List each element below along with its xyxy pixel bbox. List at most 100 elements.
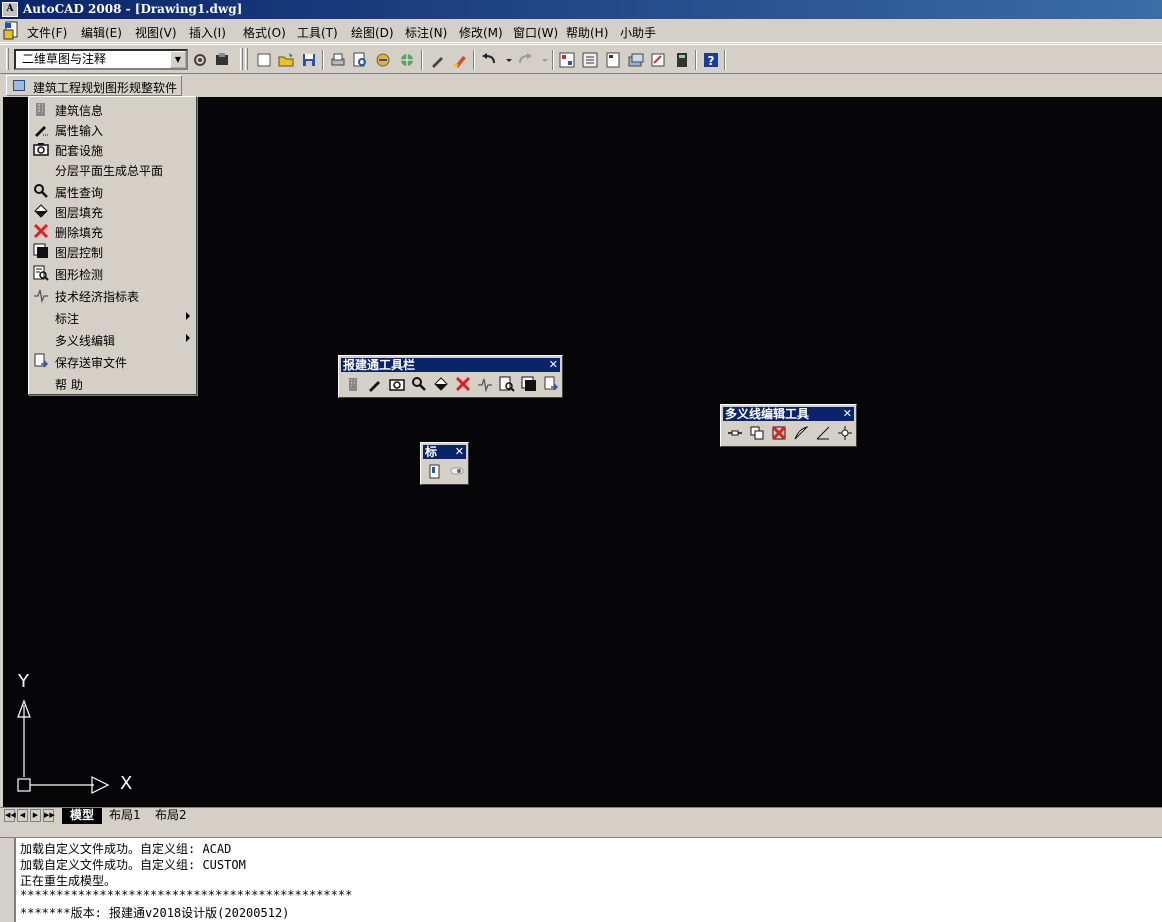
redo-icon[interactable]: [515, 50, 535, 70]
menu-item-attribute-query[interactable]: 属性查询: [29, 181, 196, 201]
tab-layout2[interactable]: 布局2: [147, 808, 195, 824]
sheet-set-icon[interactable]: [626, 50, 646, 70]
menu-view[interactable]: 视图(V): [135, 24, 177, 41]
save-icon[interactable]: [299, 50, 319, 70]
menu-edit[interactable]: 编辑(E): [81, 24, 122, 41]
menu-draw[interactable]: 绘图(D): [351, 24, 394, 41]
menu-assistant[interactable]: 小助手: [620, 24, 656, 41]
toolbar-grip[interactable]: [245, 48, 248, 70]
match-properties-icon[interactable]: [427, 50, 447, 70]
layer-icon[interactable]: [518, 374, 540, 394]
building-icon: [33, 101, 49, 117]
pulse-icon[interactable]: [474, 374, 496, 394]
camera-icon[interactable]: [386, 374, 408, 394]
new-icon[interactable]: [254, 50, 274, 70]
menu-item-label: 图层控制: [55, 246, 104, 260]
autocad-app-icon[interactable]: A: [2, 2, 18, 17]
workspace-combo[interactable]: 二维草图与注释 ▼: [14, 49, 188, 70]
command-history[interactable]: 加载自定义文件成功。自定义组: ACAD 加载自定义文件成功。自定义组: CUS…: [14, 838, 1162, 922]
polyline-delete-icon[interactable]: [768, 423, 790, 443]
tab-layout1[interactable]: 布局1: [101, 808, 149, 824]
menu-item-polyline-edit[interactable]: 多义线编辑: [29, 329, 196, 349]
menu-item-delete-fill[interactable]: 删除填充: [29, 221, 196, 241]
3d-dwf-icon[interactable]: [397, 50, 417, 70]
next-tab-icon[interactable]: ▶: [30, 809, 41, 822]
undo-icon[interactable]: [479, 50, 499, 70]
calculator-icon[interactable]: [672, 50, 692, 70]
close-icon[interactable]: ✕: [843, 407, 852, 421]
polyline-fillet-icon[interactable]: [812, 423, 834, 443]
menu-item-building-info[interactable]: 建筑信息: [29, 99, 196, 119]
menu-item-layer-control[interactable]: 图层控制: [29, 241, 196, 261]
workspace-settings-icon[interactable]: [190, 50, 210, 70]
toolbar-grip[interactable]: [6, 48, 9, 70]
toolbar-title-bar[interactable]: 多义线编辑工具 ✕: [723, 407, 854, 421]
menu-insert[interactable]: 插入(I): [189, 24, 226, 41]
polyline-copy-icon[interactable]: [746, 423, 768, 443]
menu-help[interactable]: 帮助(H): [566, 24, 608, 41]
help-icon[interactable]: ?: [701, 50, 721, 70]
menu-modify[interactable]: 修改(M): [459, 24, 503, 41]
delete-fill-icon[interactable]: [452, 374, 474, 394]
chevron-down-icon[interactable]: ▼: [170, 51, 186, 68]
toolbar-grip[interactable]: [240, 48, 243, 70]
tool-palettes-icon[interactable]: [603, 50, 623, 70]
layer-icon: [33, 243, 49, 259]
tab-model[interactable]: 模型: [62, 808, 103, 824]
command-window-grip[interactable]: [0, 838, 14, 922]
inspect-icon[interactable]: [496, 374, 518, 394]
menu-item-layer-fill[interactable]: 图层填充: [29, 201, 196, 221]
horizontal-scrollbar[interactable]: [200, 810, 1162, 822]
menu-window[interactable]: 窗口(W): [513, 24, 558, 41]
building-icon[interactable]: [342, 374, 364, 394]
pencil-icon[interactable]: [364, 374, 386, 394]
title-bar: A AutoCAD 2008 - [Drawing1.dwg]: [0, 0, 1162, 19]
custom-menu-tab[interactable]: 建筑工程规划图形规整软件: [6, 75, 182, 96]
open-icon[interactable]: [276, 50, 296, 70]
brush-icon[interactable]: [450, 50, 470, 70]
last-tab-icon[interactable]: ▶▶: [43, 809, 55, 822]
close-icon[interactable]: ✕: [549, 358, 558, 372]
print-preview-icon[interactable]: [350, 50, 370, 70]
magnifier-icon: [33, 183, 49, 199]
workspace-save-icon[interactable]: [212, 50, 232, 70]
prev-tab-icon[interactable]: ◀: [17, 809, 28, 822]
polyline-vertex-icon[interactable]: [834, 423, 856, 443]
menu-item-annotation[interactable]: 标注: [29, 307, 196, 327]
print-icon[interactable]: [328, 50, 348, 70]
export-icon[interactable]: [540, 374, 562, 394]
design-center-icon[interactable]: [580, 50, 600, 70]
menu-item-label: 配套设施: [55, 144, 104, 158]
fill-icon[interactable]: [430, 374, 452, 394]
command-window-splitter[interactable]: [0, 824, 1162, 838]
menu-file[interactable]: 文件(F): [27, 24, 67, 41]
close-icon[interactable]: ✕: [455, 445, 464, 459]
document-icon[interactable]: [3, 20, 21, 41]
menu-tools[interactable]: 工具(T): [297, 24, 338, 41]
menu-item-help[interactable]: 帮 助: [29, 373, 196, 393]
markup-icon[interactable]: [648, 50, 668, 70]
magnifier-icon[interactable]: [408, 374, 430, 394]
menu-item-generate-site-plan[interactable]: 分层平面生成总平面: [29, 159, 196, 179]
menu-item-facilities[interactable]: 配套设施: [29, 139, 196, 159]
toggle-icon[interactable]: [446, 461, 468, 481]
menu-item-graphic-check[interactable]: 图形检测: [29, 263, 196, 283]
menu-item-save-review-file[interactable]: 保存送审文件: [29, 351, 196, 371]
annotate-icon[interactable]: [424, 461, 446, 481]
properties-icon[interactable]: [557, 50, 577, 70]
polyline-edit-toolbar[interactable]: 多义线编辑工具 ✕: [720, 404, 857, 447]
polyline-join-icon[interactable]: [724, 423, 746, 443]
annotation-toolbar[interactable]: 标 ✕: [420, 442, 469, 485]
baojiantong-toolbar[interactable]: 报建通工具栏 ✕: [338, 355, 563, 398]
toolbar-title-bar[interactable]: 标 ✕: [423, 445, 466, 459]
menu-format[interactable]: 格式(O): [243, 24, 286, 41]
menu-item-attribute-input[interactable]: 属性输入: [29, 119, 196, 139]
menu-dimension[interactable]: 标注(N): [405, 24, 447, 41]
publish-icon[interactable]: [373, 50, 393, 70]
polyline-arc-icon[interactable]: [790, 423, 812, 443]
custom-dropdown-menu: 建筑信息 属性输入 配套设施 分层平面生成总平面 属性查询 图层填充 删除填充 …: [28, 96, 197, 395]
toolbar-title-bar[interactable]: 报建通工具栏 ✕: [341, 358, 560, 372]
menu-item-label: 属性查询: [55, 186, 104, 200]
menu-item-economic-indicators[interactable]: 技术经济指标表: [29, 285, 196, 305]
first-tab-icon[interactable]: ◀◀: [4, 809, 16, 822]
